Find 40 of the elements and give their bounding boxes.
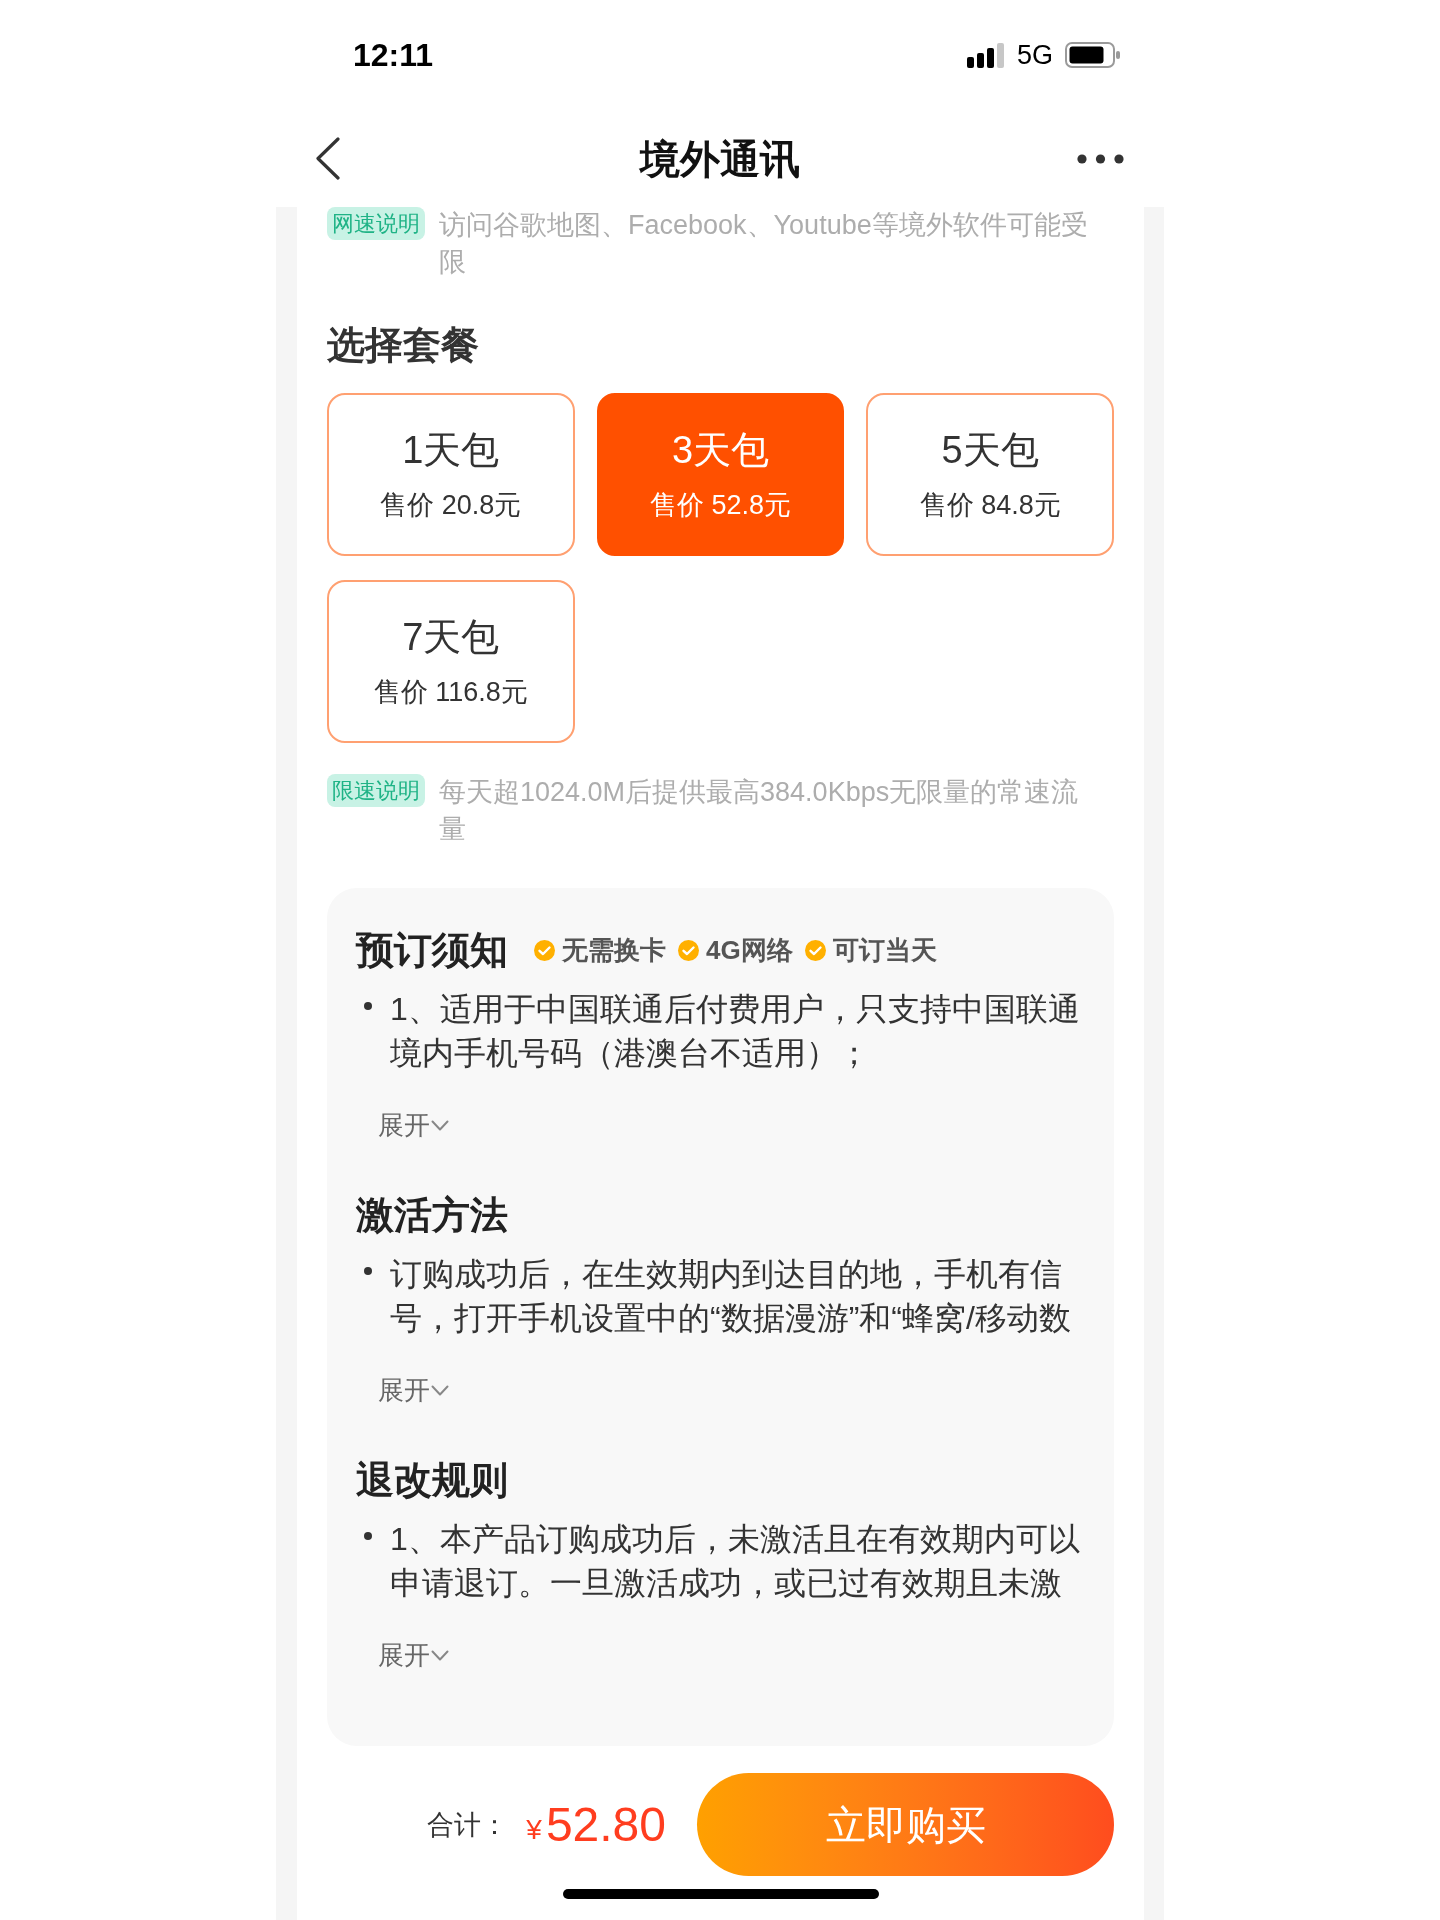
more-icon[interactable] bbox=[1077, 153, 1124, 164]
note-tag: 限速说明 bbox=[327, 774, 425, 807]
feature-label: 可订当天 bbox=[832, 934, 937, 966]
bullet-icon bbox=[364, 1532, 372, 1540]
check-circle-icon bbox=[804, 939, 826, 961]
bullet-icon bbox=[364, 1267, 372, 1275]
chevron-down-icon bbox=[431, 1384, 449, 1396]
package-option[interactable]: 7天包 售价 116.8元 bbox=[327, 580, 575, 743]
network-label: 5G bbox=[1016, 39, 1053, 71]
section-title: 激活方法 bbox=[356, 1193, 508, 1238]
feature-label: 无需换卡 bbox=[562, 934, 666, 966]
package-option[interactable]: 5天包 售价 84.8元 bbox=[866, 393, 1114, 556]
expand-button[interactable]: 展开 bbox=[378, 1373, 449, 1407]
total-price: 52.80 bbox=[545, 1796, 666, 1853]
notice-text: 1、适用于中国联通后付费用户，只支持中国联通境内手机号码（港澳台不适用）； bbox=[390, 990, 1081, 1073]
back-icon[interactable] bbox=[315, 137, 340, 180]
section-title: 选择套餐 bbox=[327, 323, 480, 367]
signal-icon bbox=[966, 42, 1005, 68]
total-label: 合计： bbox=[427, 1808, 509, 1842]
currency-symbol: ¥ bbox=[526, 1812, 542, 1847]
check-circle-icon bbox=[678, 939, 699, 961]
expand-button[interactable]: 展开 bbox=[378, 1638, 449, 1672]
feature-label: 4G网络 bbox=[706, 934, 793, 966]
notice-text: 订购成功后，在生效期内到达目的地，手机有信号，打开手机设置中的“数据漫游”和“蜂窝/移动数 bbox=[390, 1255, 1072, 1338]
check-circle-icon bbox=[534, 939, 555, 961]
section-title: 预订须知 bbox=[356, 928, 508, 973]
note-text: 每天超1024.0M后提供最高384.0Kbps无限量的常速流量 bbox=[439, 776, 1080, 846]
section-title: 退改规则 bbox=[356, 1458, 508, 1503]
package-option[interactable]: 3天包 售价 52.8元 bbox=[596, 393, 845, 556]
package-option[interactable]: 1天包 售价 20.8元 bbox=[327, 393, 575, 556]
status-time: 12:11 bbox=[353, 36, 434, 74]
note-text: 访问谷歌地图、Facebook、Youtube等境外软件可能受限 bbox=[439, 209, 1089, 279]
bullet-icon bbox=[364, 1002, 372, 1010]
chevron-down-icon bbox=[431, 1119, 449, 1131]
chevron-down-icon bbox=[431, 1649, 449, 1661]
notice-text: 1、本产品订购成功后，未激活且在有效期内可以申请退订。一旦激活成功，或已过有效期且未激 bbox=[390, 1520, 1081, 1603]
expand-button[interactable]: 展开 bbox=[378, 1108, 449, 1142]
battery-icon bbox=[1065, 42, 1120, 68]
note-tag: 网速说明 bbox=[327, 207, 425, 240]
page-title: 境外通讯 bbox=[639, 135, 800, 183]
